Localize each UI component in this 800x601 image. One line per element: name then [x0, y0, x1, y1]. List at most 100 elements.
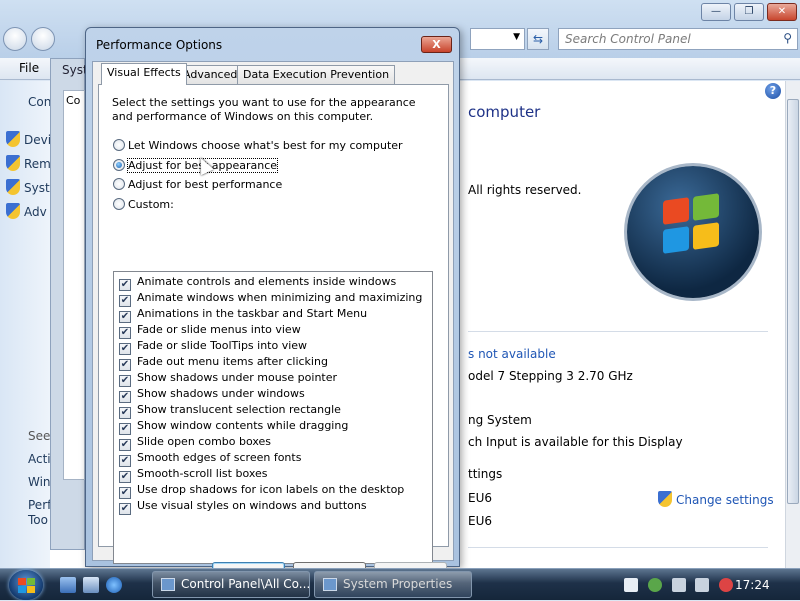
- close-button[interactable]: X: [421, 36, 452, 53]
- checkbox[interactable]: ✔: [119, 455, 131, 467]
- see-also-item[interactable]: Acti: [28, 452, 51, 466]
- radio-button[interactable]: [113, 139, 125, 151]
- radio-let-windows-choose[interactable]: Let Windows choose what's best for my co…: [113, 139, 403, 152]
- effect-checkbox-row[interactable]: ✔ Show shadows under mouse pointer: [119, 371, 337, 387]
- change-settings-link[interactable]: Change settings: [658, 491, 774, 507]
- checkbox[interactable]: ✔: [119, 295, 131, 307]
- menu-file[interactable]: File: [19, 61, 39, 75]
- radio-label: Custom:: [128, 198, 174, 211]
- scrollbar-thumb[interactable]: [787, 99, 799, 504]
- effect-label: Animations in the taskbar and Start Menu: [137, 307, 368, 320]
- sidebar-item-advanced[interactable]: Adv: [6, 203, 47, 219]
- effect-checkbox-row[interactable]: ✔ Use drop shadows for icon labels on the…: [119, 483, 404, 499]
- show-desktop-icon[interactable]: [60, 577, 76, 593]
- maximize-button[interactable]: ❐: [734, 3, 764, 21]
- checkbox[interactable]: ✔: [119, 471, 131, 483]
- processor-value: odel 7 Stepping 3 2.70 GHz: [468, 369, 633, 383]
- network-icon[interactable]: [672, 578, 686, 592]
- effect-checkbox-row[interactable]: ✔ Show translucent selection rectangle: [119, 403, 341, 419]
- radio-button[interactable]: [113, 198, 125, 210]
- checkbox[interactable]: ✔: [119, 503, 131, 515]
- checkbox[interactable]: ✔: [119, 423, 131, 435]
- shield-icon: [6, 131, 20, 147]
- scrollbar[interactable]: [785, 81, 800, 568]
- see-also-item[interactable]: Win: [28, 475, 51, 489]
- internet-explorer-icon[interactable]: [106, 577, 122, 593]
- radio-custom[interactable]: Custom:: [113, 198, 174, 211]
- dialog-title: Performance Options: [96, 38, 223, 52]
- system-properties-panel: Co: [63, 90, 85, 480]
- radio-button[interactable]: [113, 178, 125, 190]
- tray-app-icon[interactable]: [624, 578, 638, 592]
- effects-list[interactable]: ✔ Animate controls and elements inside wi…: [113, 271, 433, 564]
- start-button[interactable]: [9, 570, 43, 600]
- effect-label: Slide open combo boxes: [137, 435, 272, 448]
- address-bar[interactable]: ▼: [470, 28, 525, 50]
- effect-checkbox-row[interactable]: ✔ Animate controls and elements inside wi…: [119, 275, 396, 291]
- tab-visual-effects[interactable]: Visual Effects: [101, 63, 187, 85]
- checkbox[interactable]: ✔: [119, 279, 131, 291]
- effect-checkbox-row[interactable]: ✔ Fade or slide ToolTips into view: [119, 339, 307, 355]
- switch-windows-icon[interactable]: [83, 577, 99, 593]
- effect-label: Fade or slide menus into view: [137, 323, 301, 336]
- copyright-text: All rights reserved.: [468, 183, 582, 197]
- checkbox[interactable]: ✔: [119, 343, 131, 355]
- chevron-down-icon[interactable]: ▼: [513, 32, 520, 42]
- taskbar-button-system-properties[interactable]: System Properties: [314, 571, 472, 598]
- effect-label: Smooth edges of screen fonts: [137, 451, 302, 464]
- minimize-button[interactable]: —: [701, 3, 731, 21]
- effect-checkbox-row[interactable]: ✔ Slide open combo boxes: [119, 435, 271, 451]
- checkbox[interactable]: ✔: [119, 407, 131, 419]
- effect-checkbox-row[interactable]: ✔ Smooth edges of screen fonts: [119, 451, 301, 467]
- see-also-item[interactable]: Perf: [28, 498, 51, 512]
- see-also-item[interactable]: Too: [28, 513, 48, 527]
- checkbox[interactable]: ✔: [119, 391, 131, 403]
- checkbox[interactable]: ✔: [119, 487, 131, 499]
- forward-button[interactable]: [31, 27, 55, 51]
- effect-checkbox-row[interactable]: ✔ Animate windows when minimizing and max…: [119, 291, 422, 307]
- close-button[interactable]: ✕: [767, 3, 797, 21]
- sidebar-item-device-manager[interactable]: Devi: [6, 131, 51, 147]
- checkbox[interactable]: ✔: [119, 375, 131, 387]
- checkbox[interactable]: ✔: [119, 311, 131, 323]
- computer-name-value: EU6: [468, 491, 492, 505]
- clock[interactable]: 17:24: [735, 578, 770, 592]
- sidebar-item-system-protection[interactable]: Syst: [6, 179, 50, 195]
- effect-label: Animate controls and elements inside win…: [137, 275, 397, 288]
- effect-checkbox-row[interactable]: ✔ Fade out menu items after clicking: [119, 355, 328, 371]
- alert-icon[interactable]: [719, 578, 733, 592]
- effect-checkbox-row[interactable]: ✔ Fade or slide menus into view: [119, 323, 301, 339]
- full-name-value: EU6: [468, 514, 492, 528]
- search-input[interactable]: Search Control Panel ⚲: [558, 28, 798, 50]
- sidebar-item-remote[interactable]: Rem: [6, 155, 51, 171]
- effect-checkbox-row[interactable]: ✔ Smooth-scroll list boxes: [119, 467, 268, 483]
- radio-button[interactable]: [113, 159, 125, 171]
- volume-muted-icon[interactable]: [695, 578, 709, 592]
- help-icon[interactable]: ?: [765, 83, 781, 99]
- checkbox[interactable]: ✔: [119, 359, 131, 371]
- effect-label: Fade or slide ToolTips into view: [137, 339, 308, 352]
- tab-dep[interactable]: Data Execution Prevention: [237, 65, 396, 84]
- page-title: computer: [468, 103, 541, 121]
- effect-label: Show shadows under windows: [137, 387, 305, 400]
- checkbox[interactable]: ✔: [119, 327, 131, 339]
- search-icon[interactable]: ⚲: [783, 31, 792, 45]
- effect-label: Show translucent selection rectangle: [137, 403, 341, 416]
- shield-icon: [6, 203, 20, 219]
- effect-checkbox-row[interactable]: ✔ Show window contents while dragging: [119, 419, 348, 435]
- effect-checkbox-row[interactable]: ✔ Show shadows under windows: [119, 387, 305, 403]
- effect-checkbox-row[interactable]: ✔ Animations in the taskbar and Start Men…: [119, 307, 367, 323]
- back-button[interactable]: [3, 27, 27, 51]
- checkbox[interactable]: ✔: [119, 439, 131, 451]
- refresh-icon[interactable]: ⇆: [527, 28, 549, 50]
- taskbar-button-label: System Properties: [343, 577, 453, 591]
- effect-checkbox-row[interactable]: ✔ Use visual styles on windows and button…: [119, 499, 367, 515]
- action-center-icon[interactable]: [648, 578, 662, 592]
- tab-computer-name[interactable]: Co: [66, 94, 80, 107]
- tab-advanced[interactable]: Advanced: [177, 65, 244, 84]
- see-also-heading: See: [28, 429, 51, 443]
- rating-link[interactable]: s not available: [468, 347, 556, 361]
- radio-best-performance[interactable]: Adjust for best performance: [113, 178, 282, 191]
- sidebar-item-label: Adv: [24, 205, 47, 219]
- taskbar-button-control-panel[interactable]: Control Panel\All Co...: [152, 571, 310, 598]
